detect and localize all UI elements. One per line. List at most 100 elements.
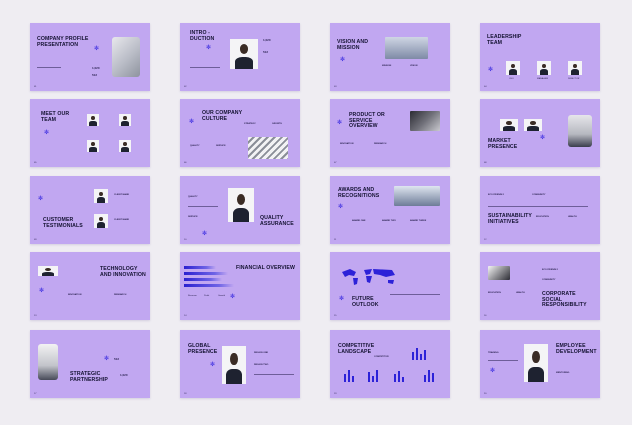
person-photo xyxy=(119,114,131,126)
slide-8[interactable]: MARKET PRESENCE ✻ 08 xyxy=(480,99,600,167)
person-photo xyxy=(568,61,582,75)
divider xyxy=(254,374,294,375)
label: COMPETITOR xyxy=(374,356,389,358)
slide-20[interactable]: TRAINING EMPLOYEE DEVELOPMENT MENTORING … xyxy=(480,330,600,398)
star-icon: ✻ xyxy=(94,46,100,52)
slide-12[interactable]: ECO FRIENDLY COMMUNITY SUSTAINABILITY IN… xyxy=(480,176,600,244)
page-number: 09 xyxy=(34,239,37,241)
slide-19[interactable]: COMPETITIVE LANDSCAPE COMPETITOR 19 xyxy=(330,330,450,398)
chart-bar xyxy=(352,376,354,382)
chart-bar xyxy=(344,374,346,382)
star-icon: ✻ xyxy=(339,296,345,302)
label: RESEARCH xyxy=(374,143,387,145)
page-number: 03 xyxy=(334,86,337,88)
slide-title: INTRO - DUCTION xyxy=(190,30,215,42)
chart-bar xyxy=(376,370,378,382)
label: HEALTH xyxy=(568,216,577,218)
slide-title: FINANCIAL OVERVIEW xyxy=(236,265,295,271)
star-icon: ✻ xyxy=(210,362,216,368)
page-number: 02 xyxy=(184,86,187,88)
person-photo xyxy=(87,140,99,152)
label: HEALTH xyxy=(516,292,525,294)
star-icon: ✻ xyxy=(488,67,494,73)
person-photo xyxy=(38,266,58,276)
label: AWARD THREE xyxy=(410,220,427,222)
slide-18[interactable]: GLOBAL PRESENCE ✻ REGION ONE REGION TWO … xyxy=(180,330,300,398)
label: GROWTH xyxy=(272,123,282,125)
star-icon: ✻ xyxy=(202,231,208,237)
page-number: 19 xyxy=(334,393,337,395)
slide-11[interactable]: AWARDS AND RECOGNITIONS ✻ AWARD ONE AWAR… xyxy=(330,176,450,244)
star-icon: ✻ xyxy=(230,294,236,300)
divider xyxy=(37,67,61,68)
stat-value: 512 xyxy=(92,73,98,77)
stairs-photo xyxy=(248,137,288,159)
page-number: 17 xyxy=(34,393,37,395)
slide-3[interactable]: VISION AND MISSION ✻ MISSION VISION 03 xyxy=(330,23,450,91)
slide-9[interactable]: ✻ CLIENT NAME CLIENT NAME CUSTOMER TESTI… xyxy=(30,176,150,244)
chart-bar xyxy=(184,266,216,269)
slide-title: MEET OUR TEAM xyxy=(41,111,70,123)
label: CLIENT NAME xyxy=(114,194,129,196)
slide-title: AWARDS AND RECOGNITIONS xyxy=(338,187,380,199)
slide-title: QUALITY ASSURANCE xyxy=(260,215,294,227)
chart-bar xyxy=(432,373,434,382)
star-icon: ✻ xyxy=(340,57,346,63)
page-number: 18 xyxy=(184,393,187,395)
slide-title: GLOBAL PRESENCE xyxy=(188,343,218,355)
label: COMMUNITY xyxy=(542,279,556,281)
label: EDUCATION xyxy=(488,292,501,294)
slide-5[interactable]: MEET OUR TEAM ✻ 05 xyxy=(30,99,150,167)
slide-title: PRODUCT OR SERVICE OVERVIEW xyxy=(349,112,385,130)
person-photo xyxy=(524,344,548,382)
building-photo xyxy=(385,37,428,59)
legend-item: Revenue xyxy=(188,295,197,297)
page-number: 15 xyxy=(334,315,337,317)
slide-15[interactable]: ✻ FUTURE OUTLOOK 15 xyxy=(330,252,450,320)
slide-1[interactable]: COMPANY PROFILE PRESENTATION ✻ 1,020 512… xyxy=(30,23,150,91)
slide-7[interactable]: PRODUCT OR SERVICE OVERVIEW ✻ INNOVATION… xyxy=(330,99,450,167)
label: MISSION xyxy=(382,65,392,67)
slide-17[interactable]: ✻ 512 STRATEGIC PARTNERSHIP 1,020 17 xyxy=(30,330,150,398)
slide-4[interactable]: LEADERSHIP TEAM ✻ CEO MANAGER DIRECTOR 0… xyxy=(480,23,600,91)
person-photo xyxy=(537,61,551,75)
slide-16[interactable]: ECO FRIENDLY COMMUNITY EDUCATION HEALTH … xyxy=(480,252,600,320)
stat-value: 1,020 xyxy=(92,66,100,70)
slide-title: OUR COMPANY CULTURE xyxy=(202,110,243,122)
chart-bar xyxy=(394,374,396,382)
divider xyxy=(188,206,218,207)
person-photo xyxy=(87,114,99,126)
page-number: 10 xyxy=(184,239,187,241)
slide-title: STRATEGIC PARTNERSHIP xyxy=(70,371,108,383)
chart-bar xyxy=(402,377,404,382)
stat-value: 1,020 xyxy=(120,373,128,377)
star-icon: ✻ xyxy=(540,135,546,141)
label: RESEARCH xyxy=(114,294,127,296)
slide-2[interactable]: INTRO - DUCTION ✻ 1,020 512 02 xyxy=(180,23,300,91)
person-photo xyxy=(94,189,108,203)
divider xyxy=(488,206,588,207)
building-photo xyxy=(394,186,440,206)
slide-10[interactable]: QUALITY SERVICE QUALITY ASSURANCE ✻ 10 xyxy=(180,176,300,244)
chart-bar xyxy=(398,371,400,382)
chart-bar xyxy=(184,278,222,281)
chart-bar xyxy=(348,370,350,382)
stat-value: 512 xyxy=(114,357,120,361)
person-photo xyxy=(119,140,131,152)
slide-14[interactable]: FINANCIAL OVERVIEW Revenue Profit Growth… xyxy=(180,252,300,320)
slide-title: EMPLOYEE DEVELOPMENT xyxy=(556,343,597,355)
label: VISION xyxy=(410,65,418,67)
label: COMMUNITY xyxy=(532,194,546,196)
chart-bar xyxy=(368,372,370,382)
world-map-icon xyxy=(340,266,400,289)
slide-title: FUTURE OUTLOOK xyxy=(352,296,379,308)
star-icon: ✻ xyxy=(44,130,50,136)
label: STRATEGY xyxy=(244,123,256,125)
slide-6[interactable]: OUR COMPANY CULTURE ✻ STRATEGY GROWTH QU… xyxy=(180,99,300,167)
slide-13[interactable]: TECHNOLOGY AND INNOVATION ✻ INNOVATION R… xyxy=(30,252,150,320)
page-number: 04 xyxy=(484,86,487,88)
chart-bar xyxy=(412,352,414,360)
chart-bar xyxy=(184,284,234,287)
person-photo xyxy=(524,119,542,131)
label: CLIENT NAME xyxy=(114,219,129,221)
